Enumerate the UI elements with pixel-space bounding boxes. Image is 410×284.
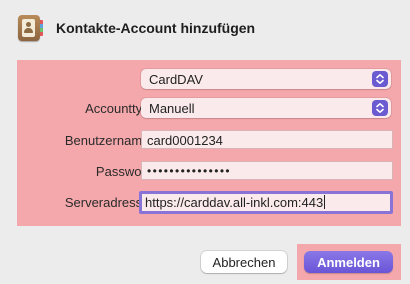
accounttyp-select[interactable]: Manuell: [141, 98, 391, 118]
login-button[interactable]: Anmelden: [304, 251, 393, 273]
serveradresse-value-wrap: https://carddav.all-inkl.com:443: [145, 195, 326, 210]
serveradresse-value: https://carddav.all-inkl.com:443: [145, 195, 324, 210]
accounttyp-row: Accounttyp: Manuell: [17, 98, 401, 120]
serveradresse-row: Serveradresse: https://carddav.all-inkl.…: [17, 191, 401, 214]
benutzername-label: Benutzername:: [64, 133, 153, 148]
text-caret: [324, 195, 326, 209]
benutzername-value: card0001234: [147, 133, 223, 148]
add-account-dialog: Kontakte-Account hinzufügen CardDAV Acco…: [0, 0, 410, 284]
benutzername-row: Benutzername: card0001234: [17, 130, 401, 152]
account-type-select-value: CardDAV: [149, 72, 203, 87]
benutzername-field[interactable]: card0001234: [141, 130, 393, 149]
passwort-field[interactable]: •••••••••••••••: [141, 161, 393, 180]
accounttyp-select-value: Manuell: [149, 101, 195, 116]
account-type-row: CardDAV: [17, 69, 401, 91]
chevron-updown-icon: [372, 100, 388, 116]
chevron-updown-icon: [372, 71, 388, 87]
dialog-title: Kontakte-Account hinzufügen: [56, 20, 256, 36]
contacts-app-icon: [18, 15, 43, 41]
serveradresse-field[interactable]: https://carddav.all-inkl.com:443: [139, 191, 393, 214]
passwort-row: Passwort: •••••••••••••••: [17, 161, 401, 183]
dialog-header: Kontakte-Account hinzufügen: [18, 15, 255, 41]
cancel-button[interactable]: Abbrechen: [201, 251, 287, 273]
account-type-select[interactable]: CardDAV: [141, 69, 391, 89]
passwort-value: •••••••••••••••: [147, 164, 232, 178]
account-form: CardDAV Accounttyp: Manuell Benutzername…: [17, 60, 401, 226]
